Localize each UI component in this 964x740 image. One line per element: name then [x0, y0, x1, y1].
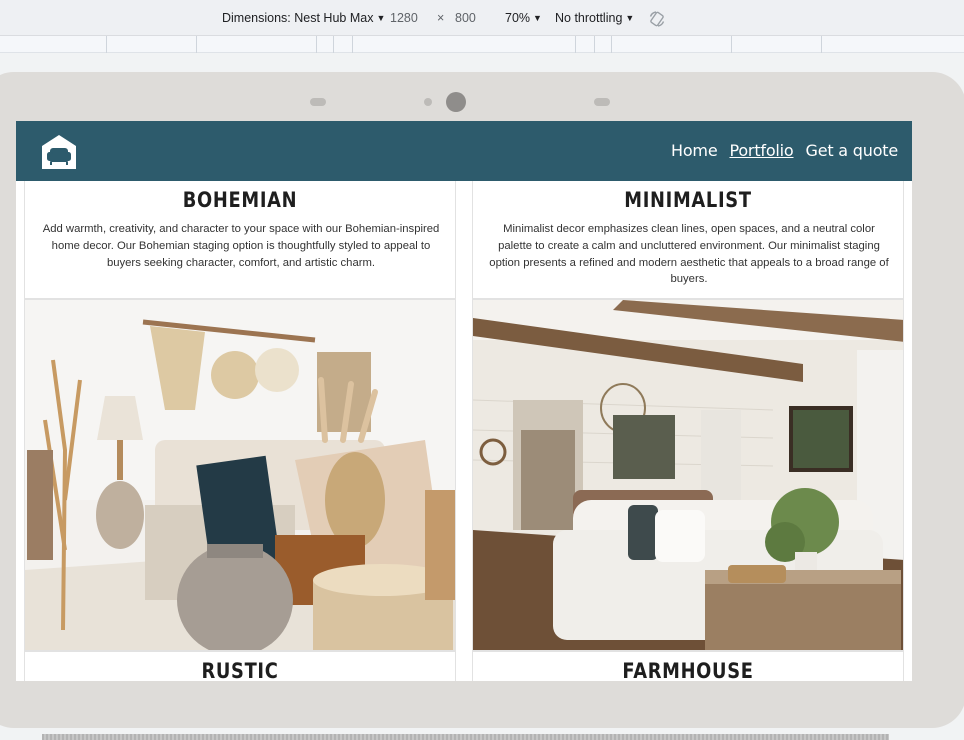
- caret-down-icon: ▼: [533, 13, 542, 23]
- card-title: FARMHOUSE: [622, 659, 754, 681]
- zoom-dropdown[interactable]: 70% ▼: [505, 11, 542, 25]
- width-input[interactable]: 1280: [390, 11, 418, 25]
- site-navbar: Home Portfolio Get a quote: [16, 121, 912, 181]
- minimalist-room-image: [472, 299, 904, 651]
- portfolio-card-rustic: RUSTIC: [24, 651, 456, 681]
- times-symbol: ×: [437, 11, 445, 25]
- zoom-label: 70%: [505, 11, 531, 25]
- card-title: MINIMALIST: [624, 188, 752, 212]
- portfolio-card-minimalist: MINIMALIST Minimalist decor emphasizes c…: [472, 181, 904, 299]
- dimensions-dropdown[interactable]: Dimensions: Nest Hub Max ▼: [222, 11, 385, 25]
- caret-down-icon: ▼: [625, 13, 635, 23]
- device-base: [42, 734, 889, 740]
- height-input[interactable]: 800: [455, 11, 476, 25]
- throttling-dropdown[interactable]: No throttling ▼: [555, 11, 634, 25]
- portfolio-card-farmhouse: FARMHOUSE: [472, 651, 904, 681]
- card-description: Minimalist decor emphasizes clean lines,…: [489, 223, 889, 286]
- bohemian-room-image: [24, 299, 456, 651]
- device-sensor: [310, 98, 326, 106]
- nav-home-link[interactable]: Home: [671, 141, 718, 160]
- device-screen: Home Portfolio Get a quote BOHEMIAN Add …: [16, 121, 912, 681]
- nav-portfolio-link[interactable]: Portfolio: [729, 141, 793, 160]
- device-sensor: [594, 98, 610, 106]
- device-sensor: [424, 98, 432, 106]
- rotate-icon[interactable]: [648, 10, 666, 28]
- sofa-logo-icon[interactable]: [40, 133, 78, 171]
- card-title: RUSTIC: [201, 659, 279, 681]
- throttling-label: No throttling: [555, 11, 623, 25]
- devtools-device-toolbar: Dimensions: Nest Hub Max ▼ 1280 × 800 70%…: [0, 0, 964, 36]
- device-camera: [446, 92, 466, 112]
- media-query-ruler: [0, 36, 964, 53]
- portfolio-card-bohemian: BOHEMIAN Add warmth, creativity, and cha…: [24, 181, 456, 299]
- card-description: Add warmth, creativity, and character to…: [42, 223, 440, 269]
- card-title: BOHEMIAN: [182, 188, 298, 212]
- dimensions-label: Dimensions: Nest Hub Max: [222, 11, 374, 25]
- caret-down-icon: ▼: [376, 13, 386, 23]
- nav-quote-link[interactable]: Get a quote: [806, 141, 899, 160]
